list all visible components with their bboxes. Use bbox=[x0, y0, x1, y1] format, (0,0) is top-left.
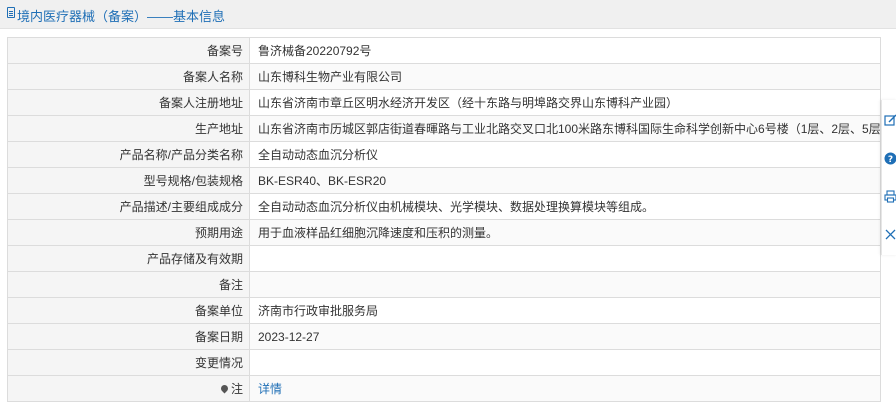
row-value: BK-ESR40、BK-ESR20 bbox=[249, 167, 881, 194]
table-row: 产品存储及有效期 bbox=[7, 245, 881, 272]
row-value: 鲁济械备20220792号 bbox=[249, 37, 881, 64]
row-label: 备案单位 bbox=[7, 297, 250, 324]
details-link[interactable]: 详情 bbox=[258, 382, 282, 396]
row-value: 全自动动态血沉分析仪由机械模块、光学模块、数据处理换算模块等组成。 bbox=[249, 193, 881, 220]
print-icon[interactable] bbox=[884, 190, 896, 203]
table-row: 备案人名称 山东博科生物产业有限公司 bbox=[7, 63, 881, 90]
row-value: 山东省济南市章丘区明水经济开发区（经十东路与明埠路交界山东博科产业园） bbox=[249, 89, 881, 116]
table-row: 生产地址 山东省济南市历城区郭店街道春暉路与工业北路交叉口北100米路东博科国际… bbox=[7, 115, 881, 142]
edit-icon[interactable] bbox=[884, 114, 896, 127]
table-row: 备案单位 济南市行政审批服务局 bbox=[7, 297, 881, 324]
row-value: 全自动动态血沉分析仪 bbox=[249, 141, 881, 168]
table-row: 备注 bbox=[7, 271, 881, 298]
row-label: 预期用途 bbox=[7, 219, 250, 246]
row-label: 备案号 bbox=[7, 37, 250, 64]
row-label: 产品描述/主要组成成分 bbox=[7, 193, 250, 220]
row-label: 备注 bbox=[7, 271, 250, 298]
row-value: 山东博科生物产业有限公司 bbox=[249, 63, 881, 90]
table-row: 型号规格/包装规格 BK-ESR40、BK-ESR20 bbox=[7, 167, 881, 194]
table-row: 备案人注册地址 山东省济南市章丘区明水经济开发区（经十东路与明埠路交界山东博科产… bbox=[7, 89, 881, 116]
table-row: 产品描述/主要组成成分 全自动动态血沉分析仪由机械模块、光学模块、数据处理换算模… bbox=[7, 193, 881, 220]
note-row: 注 详情 bbox=[7, 375, 881, 402]
close-icon[interactable] bbox=[884, 228, 896, 241]
side-toolbar: ? bbox=[881, 100, 896, 255]
table-row: 备案日期 2023-12-27 bbox=[7, 323, 881, 350]
location-pin-icon bbox=[219, 383, 230, 394]
row-value bbox=[249, 245, 881, 272]
info-table: 备案号 鲁济械备20220792号 备案人名称 山东博科生物产业有限公司 备案人… bbox=[7, 37, 881, 402]
row-value: 山东省济南市历城区郭店街道春暉路与工业北路交叉口北100米路东博科国际生命科学创… bbox=[249, 115, 881, 142]
row-value: 2023-12-27 bbox=[249, 323, 881, 350]
table-row: 备案号 鲁济械备20220792号 bbox=[7, 37, 881, 64]
document-icon bbox=[7, 7, 15, 18]
row-value: 济南市行政审批服务局 bbox=[249, 297, 881, 324]
row-label: 变更情况 bbox=[7, 349, 250, 376]
row-value: 用于血液样品红细胞沉降速度和压积的测量。 bbox=[249, 219, 881, 246]
help-icon[interactable]: ? bbox=[884, 152, 896, 165]
svg-text:?: ? bbox=[888, 155, 893, 165]
note-label-cell: 注 bbox=[7, 375, 250, 402]
note-value-cell: 详情 bbox=[249, 375, 881, 402]
row-label: 备案人注册地址 bbox=[7, 89, 250, 116]
row-label: 产品存储及有效期 bbox=[7, 245, 250, 272]
row-label: 产品名称/产品分类名称 bbox=[7, 141, 250, 168]
page-title: 境内医疗器械（备案）——基本信息 bbox=[17, 9, 226, 24]
row-label: 备案人名称 bbox=[7, 63, 250, 90]
row-value bbox=[249, 349, 881, 376]
table-row: 预期用途 用于血液样品红细胞沉降速度和压积的测量。 bbox=[7, 219, 881, 246]
row-label: 生产地址 bbox=[7, 115, 250, 142]
row-value bbox=[249, 271, 881, 298]
page-header: 境内医疗器械（备案）——基本信息 bbox=[0, 0, 896, 29]
note-label: 注 bbox=[230, 382, 243, 396]
row-label: 备案日期 bbox=[7, 323, 250, 350]
table-row: 产品名称/产品分类名称 全自动动态血沉分析仪 bbox=[7, 141, 881, 168]
row-label: 型号规格/包装规格 bbox=[7, 167, 250, 194]
table-row: 变更情况 bbox=[7, 349, 881, 376]
